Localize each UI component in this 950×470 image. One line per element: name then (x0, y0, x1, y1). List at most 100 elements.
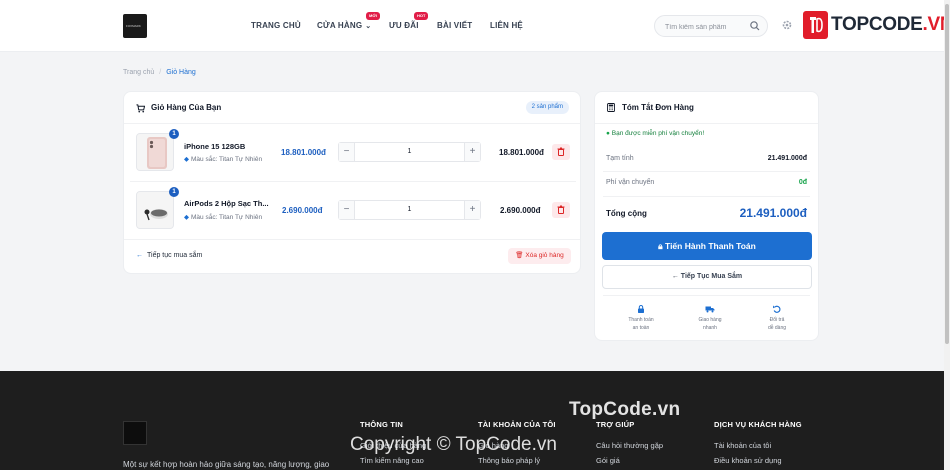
topcode-logo-icon (803, 11, 828, 39)
footer-col-title: THÔNG TIN (360, 420, 404, 429)
breadcrumb-current: Giỏ Hàng (166, 69, 196, 76)
calculator-icon (607, 103, 615, 112)
item-name[interactable]: iPhone 15 128GB (184, 142, 245, 151)
breadcrumb-separator: / (159, 69, 162, 76)
item-line-total: 18.801.000đ (499, 148, 544, 157)
lock-icon: 🔒︎ (658, 241, 663, 251)
hot-badge: HOT (414, 12, 429, 20)
settings-icon[interactable] (781, 19, 793, 31)
footer-link[interactable]: Tìm kiếm nâng cao (360, 456, 424, 465)
footer-link[interactable]: Câu hỏi thường gặp (596, 441, 663, 450)
search-icon[interactable] (749, 20, 761, 32)
feature-line-2: an toàn (632, 325, 650, 331)
check-circle-icon: ● (606, 130, 610, 137)
shipping-fee-label: Phí vận chuyển (606, 179, 655, 186)
footer-description: Một sự kết hợp hoàn hảo giữa sáng tạo, n… (123, 460, 330, 469)
divider (130, 181, 576, 182)
footer-link[interactable]: Điều khoản sử dụng (714, 456, 782, 465)
lock-icon (638, 305, 644, 313)
quantity-input[interactable]: 1 (356, 143, 463, 161)
cart-count-badge: 2 sản phẩm (525, 101, 569, 114)
summary-title: Tóm Tắt Đơn Hàng (622, 103, 694, 112)
divider (603, 295, 810, 296)
total-label: Tổng cộng (606, 209, 647, 218)
cart-icon (136, 104, 145, 113)
feature-line-2: nhanh (703, 325, 717, 331)
item-variant-text: Màu sắc: Titan Tự Nhiên (191, 156, 263, 163)
site-header: FOXMARK TRANG CHỦ CỬA HÀNG ⌄ MỚI ƯU ĐÃI H… (0, 0, 950, 52)
free-shipping-text: Bạn được miễn phí vận chuyển! (611, 130, 705, 137)
feature-fast-delivery: Giao hàng nhanh (680, 304, 740, 332)
brand-name: TOPCODE (831, 14, 923, 35)
order-summary-card: Tóm Tắt Đơn Hàng ● Bạn được miễn phí vận… (594, 91, 819, 341)
nav-shop[interactable]: CỬA HÀNG ⌄ (317, 21, 371, 30)
nav-contact[interactable]: LIÊN HỆ (490, 21, 523, 30)
shipping-fee-value: 0đ (798, 179, 807, 186)
footer-link[interactable]: Gói giá (596, 456, 620, 465)
logo-text: FOXMARK (126, 24, 141, 28)
nav-home[interactable]: TRANG CHỦ (251, 21, 301, 30)
divider (595, 123, 818, 124)
new-badge: MỚI (366, 12, 380, 20)
item-variant: ◆ Màu sắc: Titan Tự Nhiên (184, 155, 262, 163)
feature-secure-payment: Thanh toán an toàn (611, 304, 671, 332)
total-value: 21.491.000đ (739, 206, 807, 220)
quantity-input[interactable]: 1 (356, 201, 463, 219)
quantity-stepper: − 1 + (338, 200, 481, 220)
item-name[interactable]: AirPods 2 Hộp Sạc Th... (184, 199, 269, 208)
truck-icon (705, 306, 715, 313)
nav-deals[interactable]: ƯU ĐÃI (389, 21, 419, 30)
undo-icon (773, 305, 781, 313)
scrollbar-thumb[interactable] (945, 4, 949, 344)
decrease-quantity-button[interactable]: − (339, 201, 355, 219)
nav-shop-label: CỬA HÀNG (317, 21, 363, 30)
footer-link[interactable]: Thông báo pháp lý (478, 456, 540, 465)
remove-item-button[interactable] (552, 144, 570, 160)
tag-icon: ◆ (184, 214, 189, 221)
copyright-watermark: Copyright © TopCode.vn (350, 434, 557, 455)
trash-icon: 🗑 (515, 252, 524, 259)
footer-link[interactable]: Tài khoản của tôi (714, 441, 771, 450)
breadcrumb-home[interactable]: Trang chủ (123, 69, 154, 76)
search-input[interactable] (665, 21, 745, 33)
continue-shopping-label: Tiếp tục mua sắm (147, 252, 203, 259)
decrease-quantity-button[interactable]: − (339, 143, 355, 161)
search-box (654, 15, 768, 37)
trash-icon (557, 147, 565, 156)
feature-line-1: Thanh toán (628, 317, 654, 323)
remove-item-button[interactable] (552, 202, 570, 218)
quantity-stepper: − 1 + (338, 142, 481, 162)
arrow-left-icon: ← (671, 273, 679, 280)
breadcrumb: Trang chủ / Giỏ Hàng (123, 69, 196, 76)
site-logo[interactable]: FOXMARK (123, 14, 147, 38)
increase-quantity-button[interactable]: + (464, 143, 480, 161)
divider (124, 123, 580, 124)
nav-blog[interactable]: BÀI VIẾT (437, 21, 472, 30)
divider (603, 171, 810, 172)
item-quantity-badge: 1 (169, 129, 179, 139)
continue-shopping-button[interactable]: ← Tiếp Tục Mua Sắm (602, 265, 812, 289)
watermark-text: TopCode.vn (569, 399, 681, 420)
cart-title: Giỏ Hàng Của Bạn (151, 103, 222, 112)
continue-shopping-link[interactable]: ← Tiếp tục mua sắm (136, 252, 202, 259)
subtotal-value: 21.491.000đ (767, 155, 807, 162)
checkout-label: Tiến Hành Thanh Toán (665, 241, 756, 251)
subtotal-label: Tạm tính (606, 155, 634, 162)
free-shipping-notice: ● Bạn được miễn phí vận chuyển! (606, 130, 704, 137)
item-quantity-badge: 1 (169, 187, 179, 197)
item-variant-text: Màu sắc: Titan Tự Nhiên (191, 214, 263, 221)
arrow-left-icon: ← (136, 252, 143, 259)
checkout-button[interactable]: 🔒︎ Tiến Hành Thanh Toán (602, 232, 812, 260)
feature-line-1: Đổi trả (769, 317, 785, 323)
trash-icon (557, 205, 565, 214)
item-variant: ◆ Màu sắc: Titan Tự Nhiên (184, 213, 262, 221)
clear-cart-label: Xóa giỏ hàng (525, 252, 564, 259)
product-image-airpods[interactable] (136, 191, 174, 229)
footer-logo[interactable] (123, 421, 147, 445)
feature-easy-returns: Đổi trả dễ dàng (747, 304, 807, 332)
clear-cart-button[interactable]: 🗑 Xóa giỏ hàng (508, 248, 571, 264)
product-image-iphone[interactable] (136, 133, 174, 171)
item-line-total: 2.690.000đ (500, 206, 541, 215)
increase-quantity-button[interactable]: + (464, 201, 480, 219)
footer-col-title: DỊCH VỤ KHÁCH HÀNG (714, 420, 802, 429)
